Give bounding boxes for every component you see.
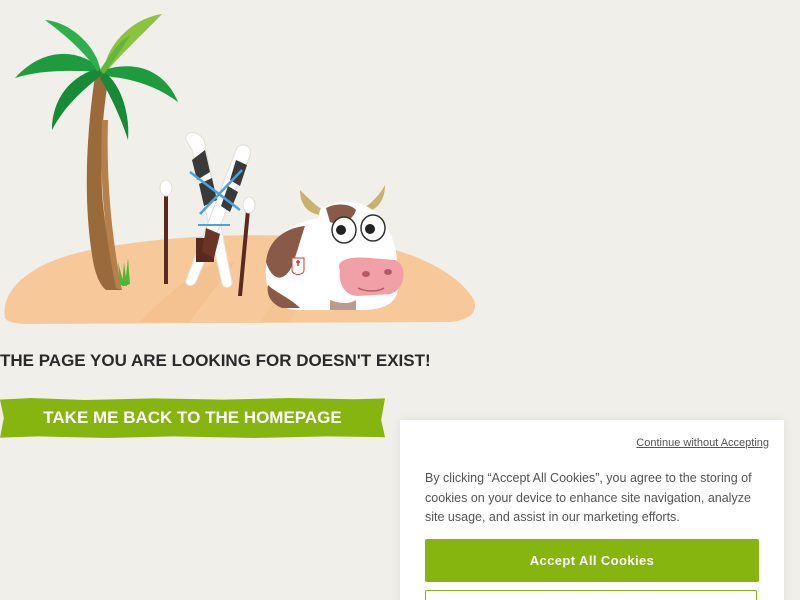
cow-icon (265, 185, 404, 310)
error-title: THE PAGE YOU ARE LOOKING FOR DOESN'T EXI… (0, 351, 431, 370)
cookie-settings-button[interactable] (425, 590, 757, 600)
back-to-homepage-button[interactable]: TAKE ME BACK TO THE HOMEPAGE (0, 398, 385, 438)
cookie-consent-banner: Continue without Accepting By clicking “… (400, 420, 784, 600)
lost-cow-illustration (4, 14, 475, 324)
accept-all-cookies-button[interactable]: Accept All Cookies (425, 539, 759, 582)
page: THE PAGE YOU ARE LOOKING FOR DOESN'T EXI… (0, 0, 800, 600)
continue-without-accepting-link[interactable]: Continue without Accepting (636, 437, 769, 449)
cookie-consent-message: By clicking “Accept All Cookies”, you ag… (425, 471, 752, 524)
